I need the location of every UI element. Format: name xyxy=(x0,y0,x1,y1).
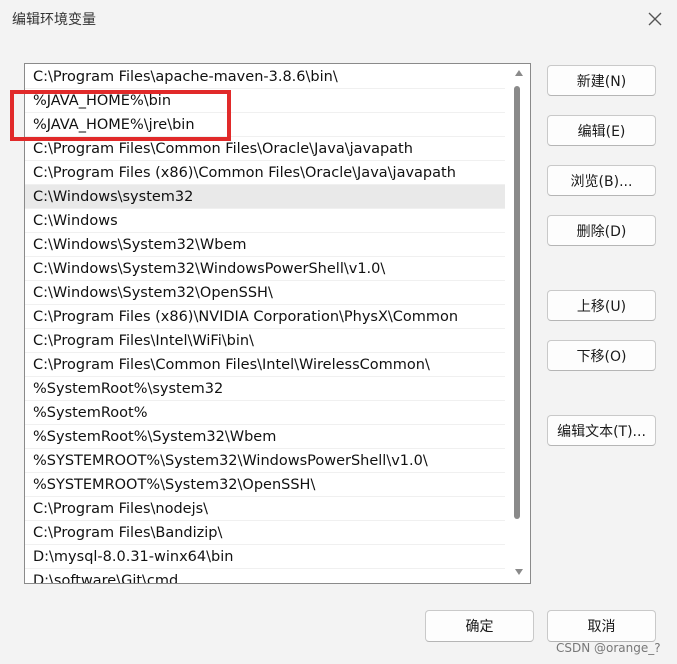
move-down-button[interactable]: 下移(O) xyxy=(547,340,656,371)
scroll-down-icon[interactable] xyxy=(515,569,523,575)
browse-button[interactable]: 浏览(B)... xyxy=(547,165,656,196)
path-list-item[interactable]: %SystemRoot%\System32\Wbem xyxy=(25,425,505,449)
path-list-item[interactable]: C:\Windows\System32\WindowsPowerShell\v1… xyxy=(25,257,505,281)
watermark: CSDN @orange_? xyxy=(556,641,661,655)
cancel-button[interactable]: 取消 xyxy=(547,610,656,642)
move-up-button[interactable]: 上移(U) xyxy=(547,290,656,321)
vertical-scrollbar[interactable] xyxy=(511,64,528,581)
path-list-item[interactable]: C:\Windows\system32 xyxy=(25,185,505,209)
path-list-item[interactable]: %JAVA_HOME%\bin xyxy=(25,89,505,113)
edit-button[interactable]: 编辑(E) xyxy=(547,115,656,146)
path-list-item[interactable]: C:\Program Files\Common Files\Intel\Wire… xyxy=(25,353,505,377)
path-list-item[interactable]: C:\Program Files\Intel\WiFi\bin\ xyxy=(25,329,505,353)
path-list-item[interactable]: C:\Windows\System32\OpenSSH\ xyxy=(25,281,505,305)
new-button[interactable]: 新建(N) xyxy=(547,65,656,96)
path-list-item[interactable]: %SYSTEMROOT%\System32\OpenSSH\ xyxy=(25,473,505,497)
scroll-thumb[interactable] xyxy=(514,86,520,519)
path-list[interactable]: C:\Program Files\apache-maven-3.8.6\bin\… xyxy=(24,63,531,584)
path-list-item[interactable]: C:\Program Files (x86)\NVIDIA Corporatio… xyxy=(25,305,505,329)
path-list-item[interactable]: %SystemRoot%\system32 xyxy=(25,377,505,401)
path-list-item[interactable]: %SYSTEMROOT%\System32\WindowsPowerShell\… xyxy=(25,449,505,473)
ok-button[interactable]: 确定 xyxy=(425,610,534,642)
path-list-item[interactable]: C:\Windows\System32\Wbem xyxy=(25,233,505,257)
scroll-up-icon[interactable] xyxy=(515,70,523,76)
path-list-item[interactable]: C:\Program Files\apache-maven-3.8.6\bin\ xyxy=(25,65,505,89)
path-list-item[interactable]: C:\Windows xyxy=(25,209,505,233)
path-list-item[interactable]: %SystemRoot% xyxy=(25,401,505,425)
path-list-item[interactable]: D:\mysql-8.0.31-winx64\bin xyxy=(25,545,505,569)
edit-text-button[interactable]: 编辑文本(T)... xyxy=(547,415,656,446)
close-icon[interactable] xyxy=(640,5,670,33)
title-bar: 编辑环境变量 xyxy=(0,0,677,38)
window-title: 编辑环境变量 xyxy=(12,12,96,28)
path-list-item[interactable]: C:\Program Files\Bandizip\ xyxy=(25,521,505,545)
path-list-item[interactable]: C:\Program Files\nodejs\ xyxy=(25,497,505,521)
path-list-item[interactable]: %JAVA_HOME%\jre\bin xyxy=(25,113,505,137)
path-list-item[interactable]: D:\software\Git\cmd xyxy=(25,569,505,583)
path-list-item[interactable]: C:\Program Files (x86)\Common Files\Orac… xyxy=(25,161,505,185)
delete-button[interactable]: 删除(D) xyxy=(547,215,656,246)
path-list-item[interactable]: C:\Program Files\Common Files\Oracle\Jav… xyxy=(25,137,505,161)
